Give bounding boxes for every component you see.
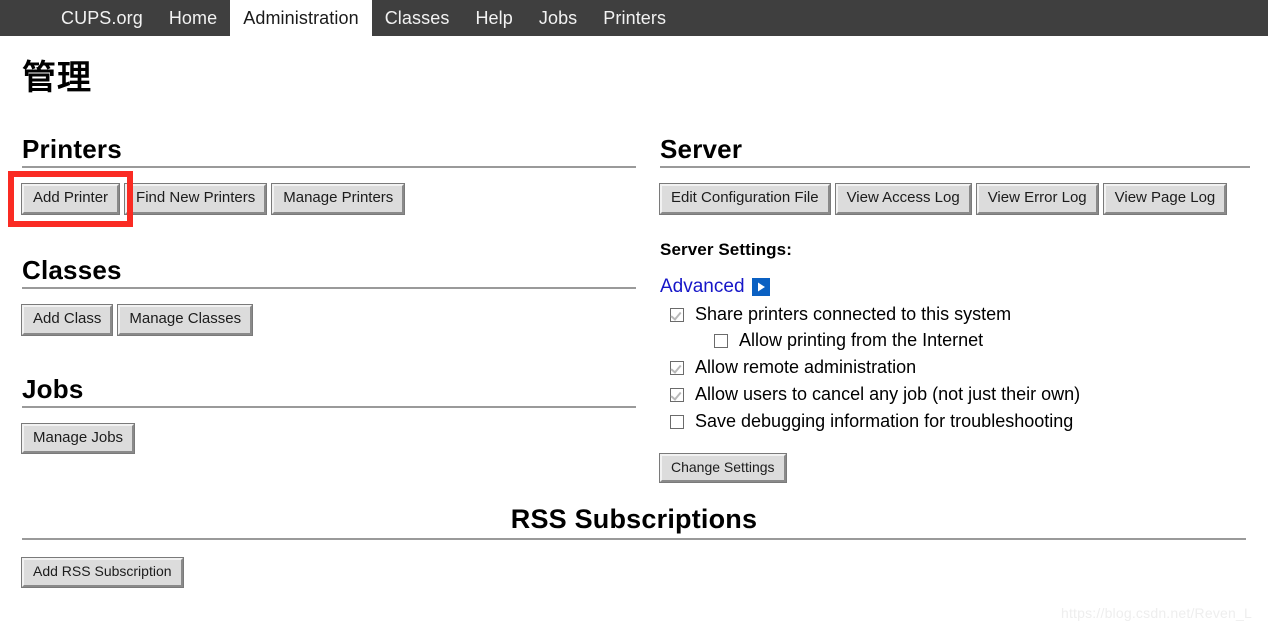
classes-divider	[22, 286, 636, 289]
option-allow-remote-administration[interactable]: Allow remote administration	[670, 357, 1250, 378]
nav-item-home[interactable]: Home	[156, 0, 230, 36]
expand-triangle-icon[interactable]	[751, 277, 770, 296]
nav-item-help[interactable]: Help	[462, 0, 525, 36]
checkbox-share-printers[interactable]	[670, 307, 684, 322]
nav-item-cups-org[interactable]: CUPS.org	[48, 0, 156, 36]
advanced-toggle-row: Advanced	[660, 276, 1250, 298]
server-section: Server Edit Configuration File View Acce…	[659, 133, 1250, 484]
rss-subscriptions-section: RSS Subscriptions Add RSS Subscription	[0, 504, 1268, 588]
jobs-divider	[22, 405, 636, 408]
find-new-printers-button[interactable]: Find New Printers	[124, 182, 268, 215]
printers-heading: Printers	[22, 133, 122, 164]
checkbox-allow-remote-administration[interactable]	[670, 361, 684, 376]
manage-jobs-button[interactable]: Manage Jobs	[20, 422, 136, 455]
option-allow-cancel-any-job[interactable]: Allow users to cancel any job (not just …	[670, 384, 1250, 405]
option-save-debugging-info[interactable]: Save debugging information for troublesh…	[670, 410, 1250, 432]
nav-item-administration[interactable]: Administration	[230, 0, 372, 36]
change-settings-row: Change Settings	[659, 452, 1250, 484]
jobs-heading: Jobs	[22, 373, 84, 404]
checkbox-allow-internet-printing[interactable]	[714, 334, 728, 349]
option-allow-remote-administration-label: Allow remote administration	[695, 357, 917, 378]
left-column: Printers Add Printer Find New Printers M…	[8, 133, 636, 482]
add-printer-button[interactable]: Add Printer	[20, 182, 121, 215]
change-settings-button[interactable]: Change Settings	[659, 452, 787, 484]
option-save-debugging-info-label: Save debugging information for troublesh…	[695, 410, 1074, 431]
add-printer-annotation-wrapper: Add Printer	[8, 170, 134, 227]
checkbox-save-debugging-info[interactable]	[670, 414, 684, 429]
jobs-button-row: Manage Jobs	[20, 422, 636, 455]
classes-button-row: Add Class Manage Classes	[20, 303, 636, 336]
option-allow-internet-printing-label: Allow printing from the Internet	[739, 330, 984, 351]
manage-classes-button[interactable]: Manage Classes	[117, 303, 254, 336]
view-error-log-button[interactable]: View Error Log	[975, 182, 1099, 215]
view-page-log-button[interactable]: View Page Log	[1102, 182, 1228, 215]
top-navigation-bar: CUPS.org Home Administration Classes Hel…	[0, 0, 1268, 36]
rss-subscriptions-heading: RSS Subscriptions	[510, 504, 758, 535]
option-allow-internet-printing[interactable]: Allow printing from the Internet	[714, 331, 1250, 351]
server-heading: Server	[660, 133, 743, 164]
option-share-printers-label: Share printers connected to this system	[695, 303, 1012, 324]
rss-button-row: Add RSS Subscription	[21, 557, 1250, 588]
server-divider	[660, 165, 1250, 168]
manage-printers-button[interactable]: Manage Printers	[271, 182, 406, 215]
add-class-button[interactable]: Add Class	[20, 303, 114, 336]
rss-divider	[22, 538, 1246, 541]
nav-item-classes[interactable]: Classes	[372, 0, 463, 36]
view-access-log-button[interactable]: View Access Log	[834, 182, 972, 215]
classes-section: Classes Add Class Manage Classes	[18, 254, 636, 336]
page-title: 管理	[22, 59, 92, 97]
page-content: 管理 Printers Add Printer Find New Printer…	[0, 58, 1268, 484]
option-allow-cancel-any-job-label: Allow users to cancel any job (not just …	[695, 384, 1081, 405]
server-button-row: Edit Configuration File View Access Log …	[659, 182, 1250, 215]
option-share-printers[interactable]: Share printers connected to this system	[670, 303, 1250, 325]
nav-item-jobs[interactable]: Jobs	[526, 0, 590, 36]
checkbox-allow-cancel-any-job[interactable]	[670, 388, 684, 403]
printers-divider	[22, 165, 636, 168]
right-column: Server Edit Configuration File View Acce…	[636, 133, 1250, 484]
jobs-section: Jobs Manage Jobs	[18, 373, 636, 455]
printers-button-row: Add Printer Find New Printers Manage Pri…	[8, 170, 636, 227]
two-column-layout: Printers Add Printer Find New Printers M…	[8, 133, 1250, 484]
advanced-link[interactable]: Advanced	[660, 276, 745, 298]
server-settings-title: Server Settings:	[660, 239, 792, 259]
printers-section: Printers Add Printer Find New Printers M…	[8, 133, 636, 227]
edit-configuration-file-button[interactable]: Edit Configuration File	[659, 182, 831, 215]
classes-heading: Classes	[22, 254, 122, 285]
add-rss-subscription-button[interactable]: Add RSS Subscription	[21, 557, 184, 588]
nav-item-printers[interactable]: Printers	[590, 0, 679, 36]
watermark-text: https://blog.csdn.net/Reven_L	[1060, 605, 1252, 621]
